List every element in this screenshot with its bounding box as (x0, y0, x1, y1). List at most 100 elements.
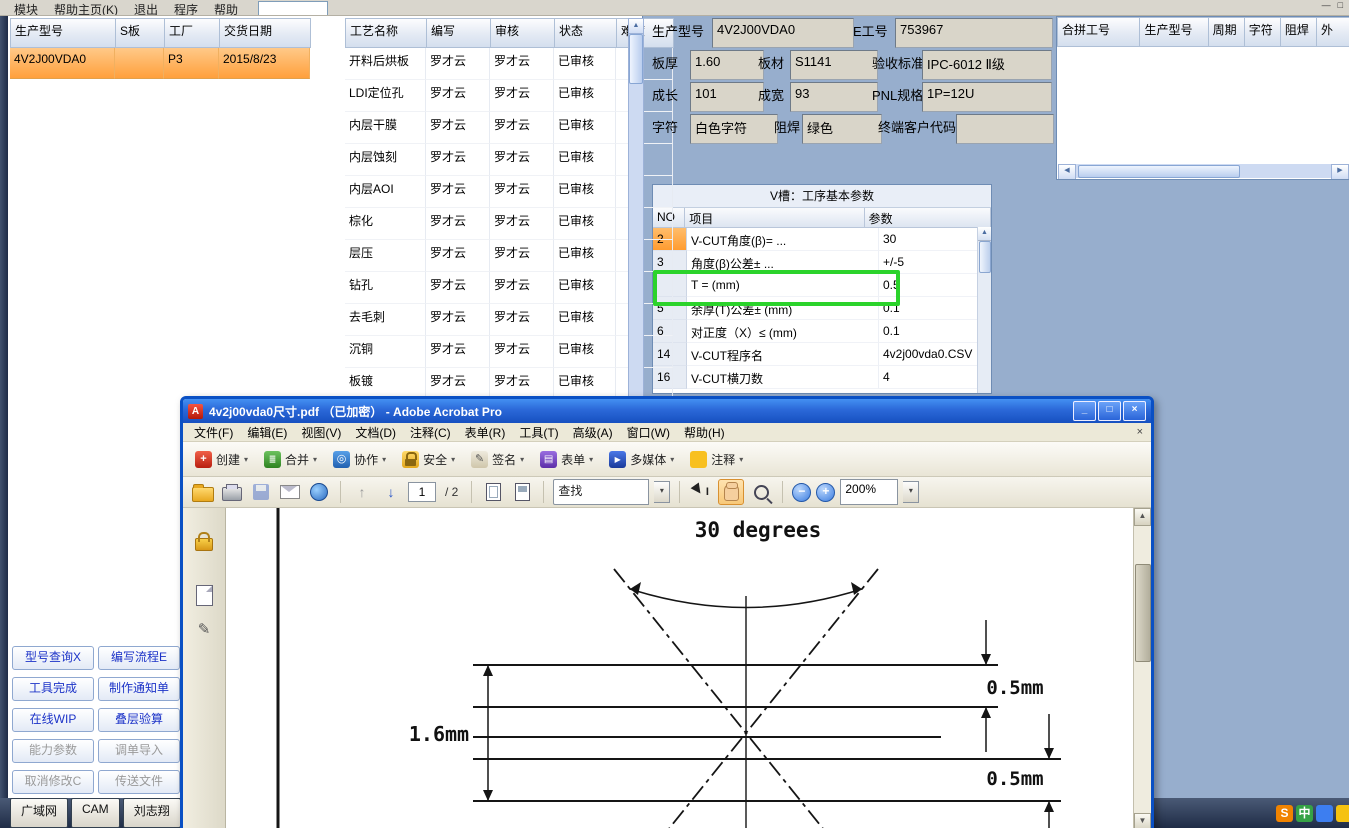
acrobat-menu-item[interactable]: 帮助(H) (677, 424, 732, 441)
save-button[interactable] (249, 480, 273, 504)
upload-button[interactable] (307, 480, 331, 504)
main-menu-item[interactable]: 程序 (166, 0, 206, 15)
close-icon[interactable]: × (1137, 426, 1143, 438)
process-table-scrollbar[interactable]: ▲ (628, 18, 644, 410)
scrollbar-thumb[interactable] (1078, 165, 1240, 178)
process-row[interactable]: 开料后烘板 罗才云 罗才云 已审核 (345, 48, 674, 80)
orders-row[interactable]: 4V2J00VDA0 P3 2015/8/23 (10, 48, 311, 79)
acrobat-menu-item[interactable]: 编辑(E) (240, 424, 294, 441)
board-material-field[interactable]: S1141 (790, 50, 878, 80)
pdf-vscrollbar[interactable]: ▲ ▼ (1133, 508, 1151, 828)
action-button[interactable]: 叠层验算 (98, 708, 180, 732)
security-settings-button[interactable] (191, 528, 217, 554)
hand-tool-button[interactable] (718, 479, 745, 505)
acrobat-menu-item[interactable]: 文档(D) (348, 424, 403, 441)
process-row[interactable]: 内层干膜 罗才云 罗才云 已审核 (345, 112, 674, 144)
scroll-left-icon[interactable]: ◀ (1058, 164, 1076, 179)
previous-page-button[interactable]: ↑ (350, 480, 374, 504)
process-row[interactable]: 去毛刺 罗才云 罗才云 已审核 (345, 304, 674, 336)
bottom-tab[interactable]: 刘志翔 (122, 798, 181, 828)
zoom-level-input[interactable]: 200% (840, 479, 899, 505)
process-row[interactable]: 钻孔 罗才云 罗才云 已审核 (345, 272, 674, 304)
scrollbar-thumb[interactable] (1135, 564, 1151, 662)
marquee-zoom-button[interactable] (749, 480, 773, 504)
pdf-task-secure-button[interactable]: 安全 ▾ (402, 450, 455, 468)
scroll-right-icon[interactable]: ▶ (1331, 164, 1349, 179)
acrobat-menu-item[interactable]: 表单(R) (458, 424, 513, 441)
zoom-in-button[interactable]: + (816, 482, 836, 502)
fit-width-button[interactable] (481, 480, 505, 504)
acrobat-menu-item[interactable]: 文件(F) (187, 424, 240, 441)
ime-icon[interactable] (1316, 804, 1333, 822)
ime-icon[interactable]: S (1276, 804, 1293, 822)
legend-field[interactable]: 白色字符 (690, 114, 778, 144)
select-tool-button[interactable]: I (689, 480, 713, 504)
board-thickness-field[interactable]: 1.60 (690, 50, 764, 80)
minimize-button[interactable]: _ (1073, 401, 1096, 421)
scrollbar-thumb[interactable] (979, 241, 991, 273)
minimize-icon[interactable]: — (1322, 0, 1331, 10)
scroll-up-icon[interactable]: ▲ (629, 19, 643, 34)
pdf-task-create-button[interactable]: + 创建 ▾ (195, 450, 248, 468)
acrobat-menu-item[interactable]: 高级(A) (566, 424, 620, 441)
acrobat-menu-item[interactable]: 注释(C) (403, 424, 458, 441)
solder-mask-field[interactable]: 绿色 (802, 114, 882, 144)
pages-panel-button[interactable] (191, 582, 217, 608)
maximize-icon[interactable]: □ (1338, 0, 1343, 10)
process-row[interactable]: 层压 罗才云 罗才云 已审核 (345, 240, 674, 272)
maximize-button[interactable]: □ (1098, 401, 1121, 421)
process-row[interactable]: LDI定位孔 罗才云 罗才云 已审核 (345, 80, 674, 112)
signatures-panel-button[interactable]: ✎ (191, 616, 217, 642)
acrobat-menu-item[interactable]: 窗口(W) (620, 424, 677, 441)
scrollbar-thumb[interactable] (629, 34, 643, 84)
action-button[interactable]: 工具完成 (12, 677, 94, 701)
vcut-row[interactable]: 6 对正度（X）≤ (mm) 0.1 (653, 320, 991, 343)
acrobat-titlebar[interactable]: A 4v2j00vda0尺寸.pdf （已加密） - Adobe Acrobat… (183, 399, 1151, 423)
find-input[interactable]: 查找 (553, 479, 650, 505)
pdf-task-sign-button[interactable]: ✎ 签名 ▾ (471, 450, 524, 468)
pnl-spec-field[interactable]: 1P=12U (922, 82, 1052, 112)
ime-icon[interactable] (1336, 804, 1349, 822)
page-number-input[interactable] (408, 482, 436, 502)
main-menu-item[interactable]: 帮助主页(K) (46, 0, 126, 15)
main-menu-item[interactable]: 退出 (126, 0, 166, 15)
scroll-down-icon[interactable]: ▼ (1134, 813, 1151, 828)
process-row[interactable]: 棕化 罗才云 罗才云 已审核 (345, 208, 674, 240)
pdf-task-combine-button[interactable]: ≣ 合并 ▾ (264, 450, 317, 468)
bottom-tab[interactable]: CAM (71, 798, 120, 828)
zoom-out-button[interactable]: − (792, 482, 812, 502)
bottom-tab[interactable]: 广域网 (10, 798, 69, 828)
vcut-row[interactable]: 14 V-CUT程序名 4v2j00vda0.CSV (653, 343, 991, 366)
email-button[interactable] (278, 480, 302, 504)
next-page-button[interactable]: ↓ (379, 480, 403, 504)
pdf-task-multimedia-button[interactable]: ▶ 多媒体 ▾ (609, 450, 674, 468)
action-button[interactable]: 在线WIP (12, 708, 94, 732)
print-button[interactable] (220, 480, 244, 504)
finished-length-field[interactable]: 101 (690, 82, 764, 112)
acrobat-window[interactable]: A 4v2j00vda0尺寸.pdf （已加密） - Adobe Acrobat… (180, 396, 1154, 828)
action-button[interactable]: 制作通知单 (98, 677, 180, 701)
topbar-combo-input[interactable] (258, 1, 328, 15)
pdf-task-forms-button[interactable]: ▤ 表单 ▾ (540, 450, 593, 468)
process-row[interactable]: 沉铜 罗才云 罗才云 已审核 (345, 336, 674, 368)
production-model-field[interactable]: 4V2J00VDA0 (712, 18, 854, 48)
pdf-task-comment-button[interactable]: 注释 ▾ (690, 450, 743, 468)
scroll-up-icon[interactable]: ▲ (1134, 508, 1151, 526)
find-dropdown-icon[interactable]: ▾ (654, 481, 671, 503)
finished-width-field[interactable]: 93 (790, 82, 878, 112)
action-button[interactable]: 编写流程E (98, 646, 180, 670)
vcut-row[interactable]: 2 V-CUT角度(β)= ... 30 (653, 228, 991, 251)
pdf-task-collaborate-button[interactable]: ◎ 协作 ▾ (333, 450, 386, 468)
open-file-button[interactable] (191, 480, 215, 504)
pdf-page[interactable]: 30 degrees 1.6mm 0.5mm 0.5mm (226, 508, 1133, 828)
scroll-up-icon[interactable]: ▲ (978, 227, 991, 241)
process-row[interactable]: 内层蚀刻 罗才云 罗才云 已审核 (345, 144, 674, 176)
vcut-scrollbar[interactable]: ▲ (977, 227, 991, 393)
close-button[interactable]: × (1123, 401, 1146, 421)
acrobat-menu-item[interactable]: 工具(T) (512, 424, 565, 441)
zoom-dropdown-icon[interactable]: ▾ (903, 481, 920, 503)
process-row[interactable]: 内层AOI 罗才云 罗才云 已审核 (345, 176, 674, 208)
end-customer-code-field[interactable] (956, 114, 1054, 144)
action-button[interactable]: 型号查询X (12, 646, 94, 670)
main-menu-item[interactable]: 帮助 (206, 0, 246, 15)
